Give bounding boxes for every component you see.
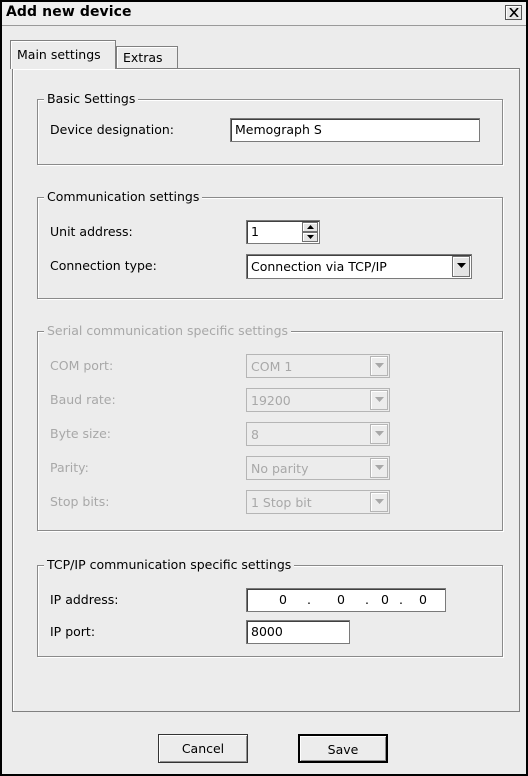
stop-bits-value: 1 Stop bit [251, 495, 312, 510]
tab-main-settings-label: Main settings [17, 47, 101, 62]
communication-settings-legend: Communication settings [44, 189, 203, 204]
close-button[interactable] [505, 5, 522, 20]
basic-settings-group: Basic Settings Device designation: Memog… [37, 91, 503, 165]
serial-settings-group: Serial communication specific settings C… [37, 323, 503, 531]
ip-octet-3: 0 [381, 592, 389, 607]
tab-extras-label: Extras [123, 50, 163, 65]
parity-dropdown-button[interactable] [370, 458, 388, 478]
ip-separator: . [307, 592, 311, 607]
ip-address-label: IP address: [50, 592, 119, 607]
byte-size-value: 8 [251, 427, 259, 442]
byte-size-select[interactable]: 8 [246, 422, 390, 446]
close-x-icon [509, 8, 519, 17]
connection-type-label: Connection type: [50, 258, 157, 273]
title-bar: Add new device [2, 2, 526, 26]
com-port-label: COM port: [50, 358, 114, 373]
chevron-down-icon [375, 431, 384, 436]
chevron-down-icon [457, 263, 466, 268]
connection-type-select[interactable]: Connection via TCP/IP [246, 254, 472, 279]
ip-octet-4: 0 [419, 592, 427, 607]
ip-octet-1: 0 [279, 592, 287, 607]
tcpip-settings-legend: TCP/IP communication specific settings [44, 557, 295, 572]
unit-address-stepper[interactable]: 1 [246, 220, 320, 244]
tcpip-settings-group: TCP/IP communication specific settings I… [37, 557, 503, 657]
spin-down-button[interactable] [302, 232, 318, 242]
ip-separator: . [399, 592, 403, 607]
parity-label: Parity: [50, 460, 89, 475]
stop-bits-dropdown-button[interactable] [370, 492, 388, 512]
device-designation-label: Device designation: [50, 122, 175, 137]
com-port-dropdown-button[interactable] [370, 356, 388, 376]
spin-up-button[interactable] [302, 222, 318, 232]
device-designation-input[interactable]: Memograph S [230, 118, 480, 142]
tab-main-settings[interactable]: Main settings [10, 40, 116, 69]
cancel-button[interactable]: Cancel [158, 734, 248, 763]
chevron-down-icon [375, 363, 384, 368]
connection-type-dropdown-button[interactable] [452, 256, 470, 277]
baud-rate-dropdown-button[interactable] [370, 390, 388, 410]
byte-size-label: Byte size: [50, 426, 111, 441]
dialog-window: Add new device Main settings Extras Basi… [0, 0, 528, 776]
arrow-down-icon [307, 235, 314, 239]
parity-value: No parity [251, 461, 309, 476]
connection-type-value: Connection via TCP/IP [251, 259, 387, 274]
baud-rate-label: Baud rate: [50, 392, 116, 407]
unit-address-label: Unit address: [50, 224, 133, 239]
basic-settings-legend: Basic Settings [44, 91, 139, 106]
baud-rate-value: 19200 [251, 393, 291, 408]
chevron-down-icon [375, 465, 384, 470]
com-port-value: COM 1 [251, 359, 293, 374]
save-button[interactable]: Save [298, 734, 388, 763]
stop-bits-label: Stop bits: [50, 494, 110, 509]
tab-panel-main-settings: Basic Settings Device designation: Memog… [12, 68, 520, 712]
serial-settings-legend: Serial communication specific settings [44, 323, 292, 338]
byte-size-dropdown-button[interactable] [370, 424, 388, 444]
ip-port-label: IP port: [50, 624, 96, 639]
ip-octet-2: 0 [337, 592, 345, 607]
parity-select[interactable]: No parity [246, 456, 390, 480]
ip-separator: . [365, 592, 369, 607]
arrow-up-icon [307, 225, 314, 229]
chevron-down-icon [375, 499, 384, 504]
dialog-title: Add new device [6, 4, 132, 20]
chevron-down-icon [375, 397, 384, 402]
ip-address-input[interactable]: 0 . 0 . 0 . 0 [246, 588, 446, 612]
stop-bits-select[interactable]: 1 Stop bit [246, 490, 390, 514]
tab-extras[interactable]: Extras [116, 46, 178, 70]
baud-rate-select[interactable]: 19200 [246, 388, 390, 412]
ip-port-input[interactable]: 8000 [246, 620, 350, 644]
communication-settings-group: Communication settings Unit address: 1 C… [37, 189, 503, 299]
com-port-select[interactable]: COM 1 [246, 354, 390, 378]
